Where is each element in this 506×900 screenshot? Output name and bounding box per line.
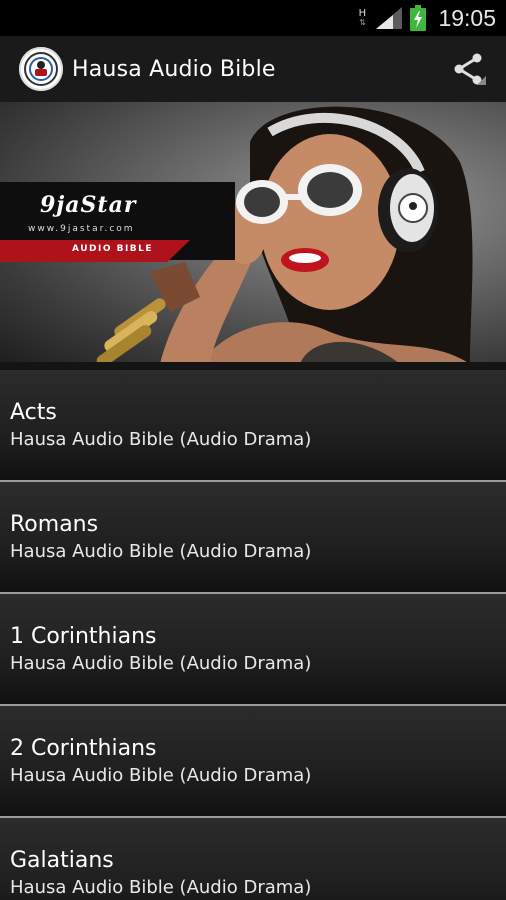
list-item-acts[interactable]: Acts Hausa Audio Bible (Audio Drama) <box>0 370 506 482</box>
share-button[interactable] <box>452 51 492 91</box>
status-clock: 19:05 <box>438 4 496 31</box>
brand-subtitle: AUDIO BIBLE <box>72 244 154 254</box>
list-item-galatians[interactable]: Galatians Hausa Audio Bible (Audio Drama… <box>0 818 506 900</box>
list-item-title: Galatians <box>10 848 114 873</box>
list-item-subtitle: Hausa Audio Bible (Audio Drama) <box>10 541 312 562</box>
share-icon <box>454 53 482 85</box>
brand-name: 9jaStar <box>40 192 137 218</box>
list-item-2-corinthians[interactable]: 2 Corinthians Hausa Audio Bible (Audio D… <box>0 706 506 818</box>
list-item-subtitle: Hausa Audio Bible (Audio Drama) <box>10 653 312 674</box>
book-list: Acts Hausa Audio Bible (Audio Drama) Rom… <box>0 370 506 900</box>
signal-icon <box>376 7 403 29</box>
list-item-title: 2 Corinthians <box>10 736 157 761</box>
list-item-subtitle: Hausa Audio Bible (Audio Drama) <box>10 877 312 898</box>
list-item-1-corinthians[interactable]: 1 Corinthians Hausa Audio Bible (Audio D… <box>0 594 506 706</box>
banner-divider <box>0 362 506 370</box>
brand-url: www.9jastar.com <box>28 224 135 234</box>
app-title: Hausa Audio Bible <box>72 56 276 82</box>
action-bar: Hausa Audio Bible <box>0 36 506 103</box>
list-item-title: 1 Corinthians <box>10 624 157 649</box>
header-banner-image: 9jaStar www.9jastar.com AUDIO BIBLE <box>0 102 506 364</box>
list-item-romans[interactable]: Romans Hausa Audio Bible (Audio Drama) <box>0 482 506 594</box>
network-type-indicator: H ⇅ <box>358 8 367 28</box>
battery-icon <box>410 5 427 31</box>
list-item-title: Acts <box>10 400 57 425</box>
app-logo-icon[interactable] <box>19 47 63 91</box>
list-item-subtitle: Hausa Audio Bible (Audio Drama) <box>10 429 312 450</box>
overflow-indicator-icon <box>477 76 486 85</box>
list-item-subtitle: Hausa Audio Bible (Audio Drama) <box>10 765 312 786</box>
status-bar: H ⇅ 19:05 <box>0 0 506 36</box>
list-item-title: Romans <box>10 512 99 537</box>
